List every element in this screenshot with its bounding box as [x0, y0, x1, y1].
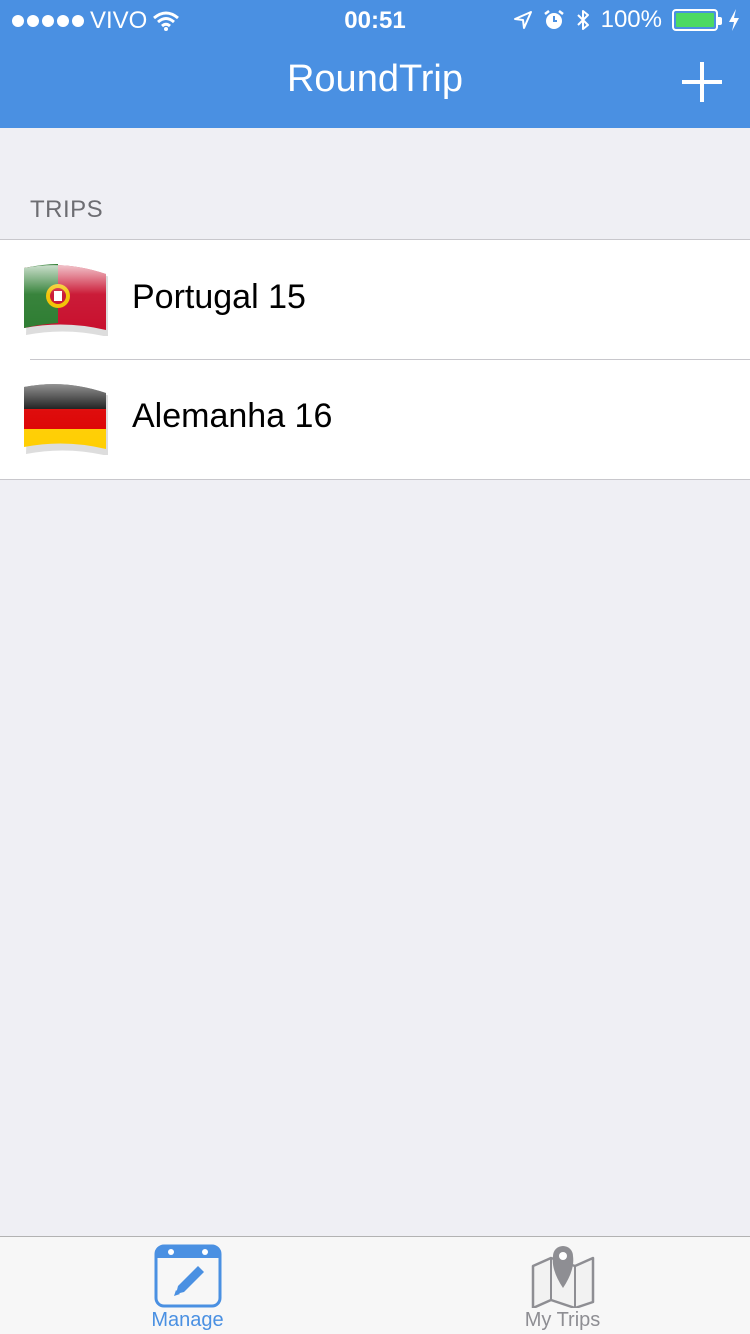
page-title: RoundTrip — [286, 58, 463, 100]
tab-my-trips[interactable]: My Trips — [375, 1237, 750, 1334]
trip-name: Portugal 15 — [132, 278, 306, 316]
tab-manage[interactable]: Manage — [0, 1237, 375, 1334]
calendar-edit-icon — [154, 1244, 222, 1308]
section-header: TRIPS — [30, 196, 104, 223]
trip-row-germany[interactable]: Alemanha 16 — [0, 359, 750, 479]
location-arrow-icon — [513, 11, 532, 29]
portugal-flag-icon — [24, 264, 108, 336]
bluetooth-icon — [576, 10, 589, 30]
germany-flag-icon — [24, 384, 108, 455]
battery-percentage: 100% — [600, 6, 662, 33]
tab-label: Manage — [151, 1309, 224, 1331]
map-pin-icon — [531, 1246, 595, 1308]
tab-bar: Manage My Trips — [0, 1236, 750, 1334]
alarm-clock-icon — [543, 10, 564, 29]
trip-name: Alemanha 16 — [132, 397, 333, 435]
battery-level — [676, 13, 714, 27]
add-trip-button[interactable] — [682, 62, 722, 102]
trip-row-portugal[interactable]: Portugal 15 — [0, 240, 750, 359]
trip-list: Portugal 15 Alemanha 16 — [0, 239, 750, 480]
charging-bolt-icon — [729, 9, 739, 31]
status-indicators: 100% — [513, 6, 740, 34]
navigation-bar: VIVO 00:51 100% RoundTrip — [0, 0, 750, 128]
status-bar: VIVO 00:51 100% — [0, 0, 750, 40]
tab-label: My Trips — [524, 1309, 601, 1331]
battery-icon — [672, 9, 722, 31]
